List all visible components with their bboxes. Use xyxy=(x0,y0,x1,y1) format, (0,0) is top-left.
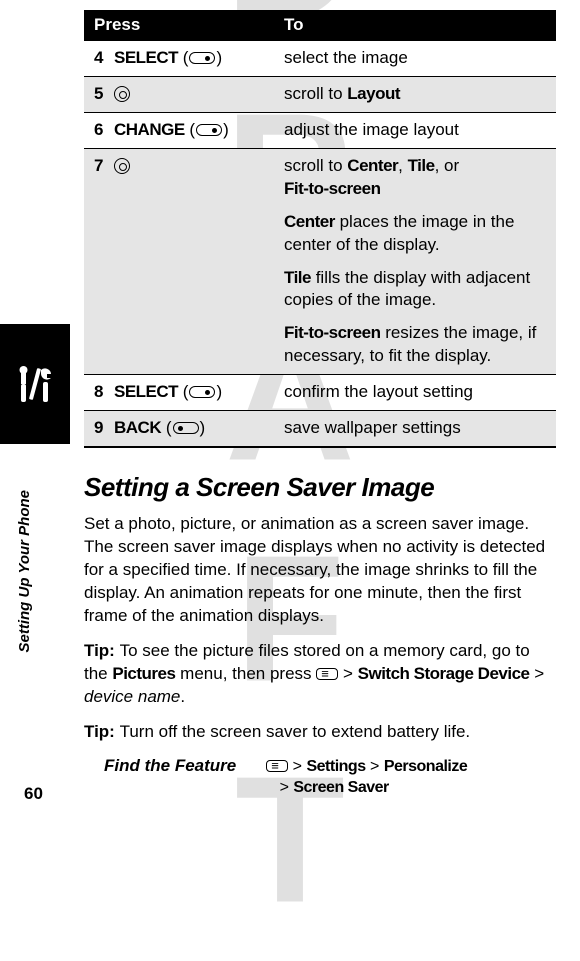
tip-paragraph: Tip: To see the picture files stored on … xyxy=(84,640,556,709)
section-heading: Setting a Screen Saver Image xyxy=(84,472,556,503)
select-key-label: SELECT xyxy=(114,48,178,67)
find-feature-label: Find the Feature xyxy=(104,756,236,799)
body-paragraph: Set a photo, picture, or animation as a … xyxy=(84,513,556,628)
left-softkey-icon xyxy=(173,422,199,434)
col-to: To xyxy=(274,10,556,41)
right-softkey-icon xyxy=(189,52,215,64)
nav-key-icon xyxy=(114,158,130,174)
table-row: 9 BACK () save wallpaper settings xyxy=(84,411,556,447)
tip-paragraph: Tip: Turn off the screen saver to extend… xyxy=(84,721,556,744)
col-press: Press xyxy=(84,10,274,41)
table-row: 8 SELECT () confirm the layout setting xyxy=(84,375,556,411)
menu-key-icon xyxy=(316,668,338,680)
table-row: 6 CHANGE () adjust the image layout xyxy=(84,112,556,148)
select-key-label: SELECT xyxy=(114,382,178,401)
right-softkey-icon xyxy=(196,124,222,136)
find-feature-path: > Settings > Personalize > Screen Saver xyxy=(266,756,467,799)
menu-key-icon xyxy=(266,760,288,772)
table-row: 7 scroll to Center, Tile, or Fit-to-scre… xyxy=(84,148,556,375)
instruction-table: Press To 4 SELECT () select the image 5 … xyxy=(84,10,556,448)
change-key-label: CHANGE xyxy=(114,120,185,139)
nav-key-icon xyxy=(114,86,130,102)
back-key-label: BACK xyxy=(114,418,161,437)
right-softkey-icon xyxy=(189,386,215,398)
page-content: Press To 4 SELECT () select the image 5 … xyxy=(0,0,580,809)
table-row: 4 SELECT () select the image xyxy=(84,41,556,76)
find-feature-row: Find the Feature > Settings > Personaliz… xyxy=(84,756,556,799)
table-row: 5 scroll to Layout xyxy=(84,76,556,112)
